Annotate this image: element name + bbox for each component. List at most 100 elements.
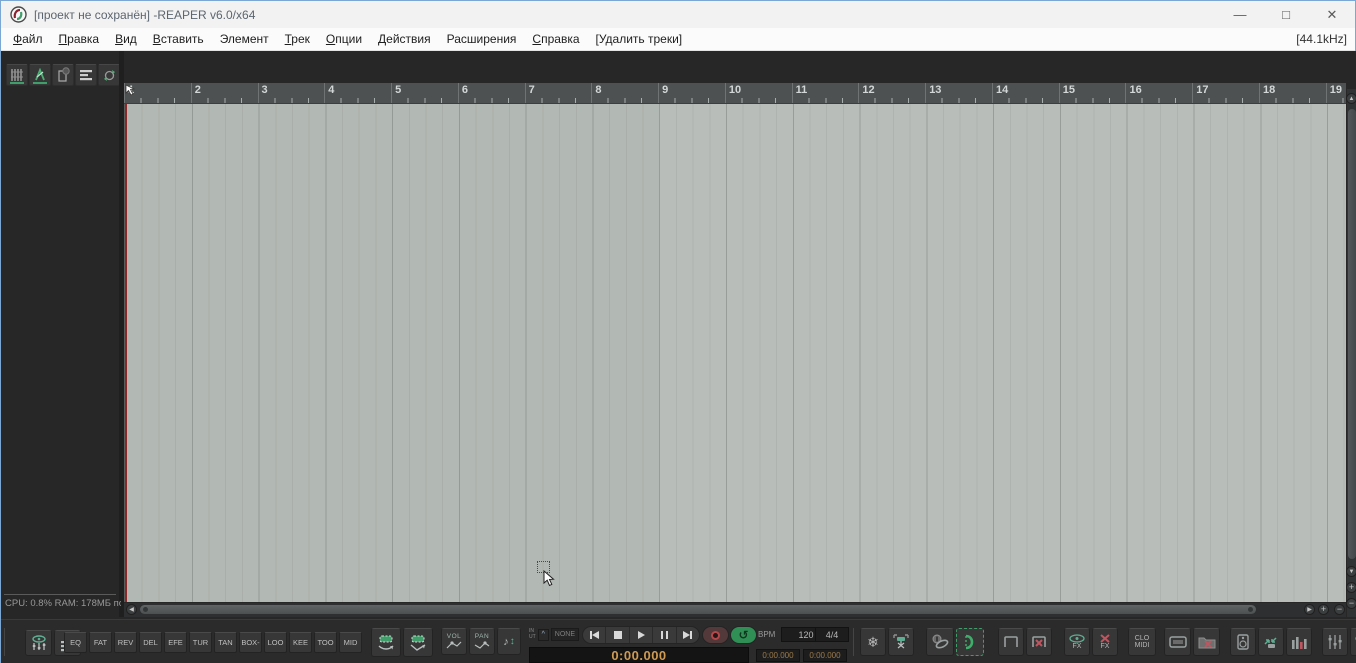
pause-button[interactable] [653, 627, 677, 643]
fx-preset-button[interactable]: MID [339, 632, 362, 653]
scroll-up-button[interactable]: ▲ [1346, 93, 1356, 104]
menu-item[interactable]: Действия [370, 29, 439, 49]
mixer-view-button[interactable] [75, 64, 97, 86]
updown-icon: ↕ [509, 636, 515, 647]
fx-preset-button[interactable]: BOX- [239, 632, 262, 653]
ruler-measure: 3 [257, 83, 325, 103]
menu-bar: Файл Правка Вид Вставить Элемент Трек Опции Дей… [1, 28, 1355, 51]
selection-start-field[interactable]: 0:00.000 [756, 649, 800, 662]
split-item-button[interactable] [888, 628, 914, 656]
sync-out-label: UT [529, 633, 536, 640]
ruler-measure: 11 [791, 83, 859, 103]
ruler-measure: 17 [1192, 83, 1259, 103]
new-project-button[interactable] [52, 64, 74, 86]
ruler-measure: 16 [1125, 83, 1193, 103]
remove-fx-button[interactable]: FX [1092, 628, 1118, 656]
maximize-button[interactable]: □ [1263, 1, 1309, 28]
ruler-measure: 2 [190, 83, 258, 103]
stop-button[interactable] [606, 627, 630, 643]
play-button[interactable] [630, 627, 654, 643]
metronome-button[interactable] [29, 64, 51, 86]
pitch-envelope-button[interactable]: ♪ ↕ [497, 628, 521, 655]
go-to-end-button[interactable] [677, 627, 699, 643]
fx-label-2: FX [1100, 643, 1110, 650]
horizontal-scrollbar[interactable]: ◀ ▶ + − [124, 603, 1346, 617]
menu-item[interactable]: Вставить [145, 29, 212, 49]
menu-item[interactable]: Вид [107, 29, 145, 49]
touch-automation-button[interactable] [1258, 628, 1284, 656]
scroll-down-button[interactable]: ▼ [1346, 566, 1356, 577]
group-items-button[interactable] [998, 628, 1024, 656]
sync-widget[interactable]: IN UT ^ NONE [529, 626, 579, 643]
fx-preset-button[interactable]: LOO [264, 632, 287, 653]
menu-item[interactable]: Справка [524, 29, 587, 49]
scroll-right-button[interactable]: ▶ [1304, 604, 1315, 615]
menu-item[interactable]: Трек [277, 29, 318, 49]
ruler-measure: 14 [991, 83, 1059, 103]
go-to-start-button[interactable] [583, 627, 607, 643]
fx-preset-button[interactable]: EFE [164, 632, 187, 653]
close-midi-button[interactable]: CLO MIDI [1128, 628, 1156, 656]
timesig-field[interactable]: 4/4 [815, 627, 849, 642]
ruler-measure: 10 [724, 83, 792, 103]
close-project-button[interactable] [1193, 628, 1220, 656]
ungroup-items-button[interactable] [1026, 628, 1052, 656]
window-title: [проект не сохранён] -REAPER v6.0/x64 [34, 7, 256, 22]
fx-preset-button[interactable]: EQ [64, 632, 87, 653]
vzoom-out-button[interactable]: − [1346, 598, 1356, 609]
menu-item[interactable]: Опции [318, 29, 370, 49]
menu-item[interactable]: Файл [5, 29, 51, 49]
scroll-left-button[interactable]: ◀ [126, 604, 137, 615]
menu-item[interactable]: Элемент [212, 29, 277, 49]
minimize-button[interactable]: — [1217, 1, 1263, 28]
fx-preset-button[interactable]: TAN [214, 632, 237, 653]
item-fade-button[interactable] [403, 628, 433, 657]
fx-preset-button[interactable]: KEE [289, 632, 312, 653]
hzoom-in-button[interactable]: + [1318, 604, 1329, 615]
monitor-output-button[interactable] [1230, 628, 1256, 656]
tcp-divider[interactable] [119, 51, 124, 617]
freeze-track-button[interactable]: ❄ [860, 628, 886, 656]
vzoom-in-button[interactable]: + [1346, 582, 1356, 593]
vertical-scrollbar[interactable]: ▲ ▼ + − [1346, 89, 1356, 617]
monitor-fx-button[interactable]: FX [1350, 628, 1356, 656]
volume-envelope-button[interactable]: VOL [441, 628, 467, 655]
performance-meter-button[interactable] [1286, 628, 1312, 656]
fx-preset-button[interactable]: TOO [314, 632, 337, 653]
horizontal-scroll-thumb[interactable] [140, 605, 1256, 614]
sync-source-value: NONE [550, 628, 579, 641]
glue-items-button[interactable] [926, 628, 954, 656]
hzoom-out-button[interactable]: − [1334, 604, 1345, 615]
playback-time-display[interactable]: 0:00.000 [529, 647, 749, 663]
fx-preset-button[interactable]: DEL [139, 632, 162, 653]
timeline-ruler[interactable]: 12345678910111213141516171819 [124, 83, 1346, 104]
show-fx-button[interactable]: FX [1064, 628, 1090, 656]
reaper-sync-button[interactable] [98, 64, 120, 86]
record-icon [711, 630, 720, 640]
arrange-view[interactable] [124, 104, 1346, 602]
selection-end-field[interactable]: 0:00.000 [803, 649, 847, 662]
edit-cursor [125, 104, 127, 602]
menu-item[interactable]: Правка [51, 29, 108, 49]
title-bar: [проект не сохранён] -REAPER v6.0/x64 — … [1, 1, 1355, 28]
mixer-button[interactable] [1322, 628, 1348, 656]
ruler-measure: 6 [457, 83, 525, 103]
close-button[interactable]: ✕ [1309, 1, 1355, 28]
mixer-visibility-button[interactable] [25, 630, 52, 656]
vertical-scroll-thumb[interactable] [1348, 109, 1356, 559]
record-button[interactable] [702, 626, 729, 644]
fx-preset-button[interactable]: FAT [89, 632, 112, 653]
bpm-label: BPM [758, 630, 776, 639]
fx-preset-button[interactable]: TUR [189, 632, 212, 653]
menu-item[interactable]: [Удалить треки] [588, 29, 691, 49]
video-window-button[interactable] [1164, 628, 1191, 656]
sync-caret-button[interactable]: ^ [537, 628, 549, 641]
main-area: 12345678910111213141516171819 CPU: 0.8% … [1, 51, 1356, 663]
loop-button[interactable]: ↺ [730, 626, 757, 644]
grid-settings-button[interactable] [6, 64, 28, 86]
pan-envelope-button[interactable]: PAN [469, 628, 495, 655]
ripple-edit-button[interactable] [956, 628, 984, 656]
fx-preset-button[interactable]: REV [114, 632, 137, 653]
item-properties-button[interactable] [371, 628, 401, 657]
menu-item[interactable]: Расширения [439, 29, 525, 49]
